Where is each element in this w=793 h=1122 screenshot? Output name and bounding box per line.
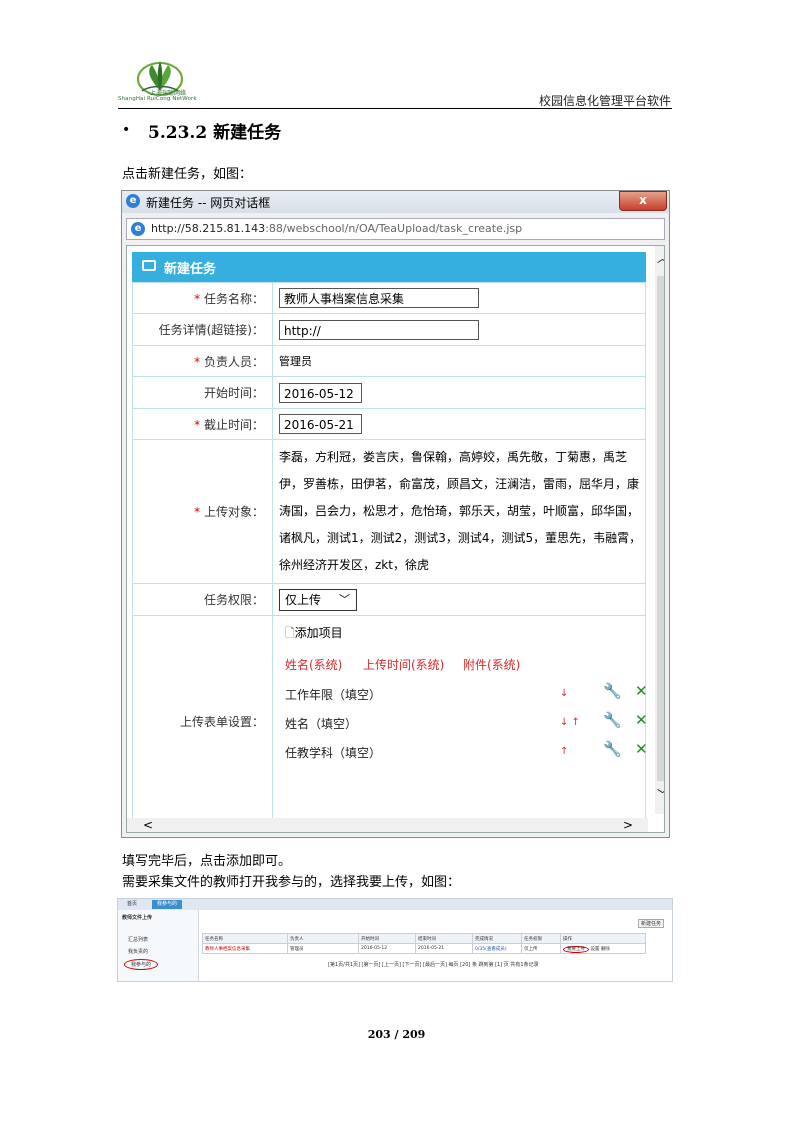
pager[interactable]: [第1页/共1页] [第一页] [上一页] [下一页] [最后一页] 每页 [2… xyxy=(328,961,539,968)
task-detail-label: 任务详情(超链接)： xyxy=(132,313,273,346)
column-header: 结束时间 xyxy=(415,933,473,944)
end-time-input[interactable]: 2016-05-21 xyxy=(279,414,362,434)
ie-icon: e xyxy=(126,194,140,208)
custom-field-label: 工作年限（填空） xyxy=(285,688,382,702)
system-field-upload-time: 上传时间(系统) xyxy=(363,658,445,672)
table-row: 教师人事档案信息采集 管理员 2016-05-12 2016-05-21 0/3… xyxy=(202,943,646,954)
task-table: 任务名称 负责人 开始时间 结束时间 完成情况 任务权限 操作 教师人事档案信息… xyxy=(202,933,646,954)
sidebar-title: 教师文件上传 xyxy=(122,915,153,921)
start-time-input[interactable]: 2016-05-12 xyxy=(279,382,362,403)
address-bar[interactable]: e http://58.215.81.143:88/webschool/n/OA… xyxy=(126,218,665,240)
page-number: 203 / 209 xyxy=(367,1028,426,1041)
custom-field-label: 任教学科（填空） xyxy=(285,746,382,760)
scroll-up-icon[interactable]: ︿ xyxy=(657,250,664,266)
delete-x-icon[interactable]: ✕ xyxy=(635,711,648,729)
logo-english-text: ShangHai RuiCong NetWork xyxy=(118,96,197,102)
owner-value: 管理员 xyxy=(272,345,646,377)
column-header: 负责人 xyxy=(287,933,359,944)
start-cell: 2016-05-12 xyxy=(358,943,416,954)
address-url: http://58.215.81.143:88/webschool/n/OA/T… xyxy=(151,222,523,235)
upload-settings-panel: 🗋添加项目 姓名(系统) 上传时间(系统) 附件(系统) 工作年限（填空） ↓ … xyxy=(272,615,648,827)
section-bullet: • xyxy=(122,122,131,138)
intro-paragraph: 点击新建任务，如图： xyxy=(122,167,253,182)
delete-link[interactable]: 删除 xyxy=(601,947,610,952)
document-header-title: 校园信息化管理平台软件 xyxy=(538,94,671,108)
wrench-icon[interactable]: 🔧 xyxy=(603,740,622,758)
task-name-cell[interactable]: 教师人事档案信息采集 xyxy=(202,943,288,954)
horizontal-scrollbar[interactable]: < > xyxy=(127,818,648,832)
column-header: 任务名称 xyxy=(202,933,288,944)
targets-label: * 上传对象： xyxy=(132,439,273,584)
scroll-left-icon[interactable]: < xyxy=(143,818,153,832)
close-button[interactable]: x xyxy=(619,191,667,211)
settings-link[interactable]: 设置 xyxy=(590,947,599,952)
scroll-right-icon[interactable]: > xyxy=(623,818,633,832)
system-field-name: 姓名(系统) xyxy=(285,658,343,672)
move-down-arrow[interactable]: ↓ xyxy=(560,688,568,699)
my-participated-screenshot: 首页 我参与的 教师文件上传 汇总列表 我负责的 我参与的 新建任务 任务名称 … xyxy=(117,898,673,982)
screenshot-tabs: 首页 我参与的 xyxy=(118,899,672,910)
system-field-attachment: 附件(系统) xyxy=(463,658,521,672)
upload-link[interactable]: 我要上传 xyxy=(563,945,589,953)
add-item-button[interactable]: 🗋添加项目 xyxy=(285,624,343,645)
wrench-icon[interactable]: 🔧 xyxy=(603,711,622,729)
tab-participated[interactable]: 我参与的 xyxy=(152,900,183,909)
header-rule xyxy=(118,108,672,109)
new-task-dialog: e 新建任务 -- 网页对话框 x e http://58.215.81.143… xyxy=(121,190,670,838)
scroll-down-icon[interactable]: ﹀ xyxy=(657,786,664,802)
permission-label: 任务权限： xyxy=(132,583,273,616)
vertical-scrollbar[interactable]: ︿ ﹀ xyxy=(655,246,664,814)
dialog-titlebar: e 新建任务 -- 网页对话框 x xyxy=(122,191,669,213)
upload-settings-label: 上传表单设置： xyxy=(132,615,273,827)
after-paragraph-2: 需要采集文件的教师打开我参与的，选择我要上传，如图： xyxy=(122,875,461,890)
ie-page-icon: e xyxy=(131,222,145,236)
screenshot-sidebar: 教师文件上传 汇总列表 我负责的 我参与的 xyxy=(118,910,199,981)
task-form: * 任务名称： 教师人事档案信息采集 任务详情(超链接)： http:// * … xyxy=(132,282,648,827)
owner-label: * 负责人员： xyxy=(132,345,273,377)
add-document-icon: 🗋 xyxy=(285,626,295,640)
wrench-icon[interactable]: 🔧 xyxy=(603,682,622,700)
permission-select[interactable]: 仅上传 ﹀ xyxy=(279,588,357,611)
task-detail-input[interactable]: http:// xyxy=(279,319,479,340)
chevron-down-icon: ﹀ xyxy=(339,592,350,606)
tab-home[interactable]: 首页 xyxy=(122,900,142,909)
form-title: 新建任务 xyxy=(164,262,217,277)
task-name-input[interactable]: 教师人事档案信息采集 xyxy=(279,288,479,308)
owner-cell: 管理员 xyxy=(287,943,359,954)
sidebar-item-participated[interactable]: 我参与的 xyxy=(124,959,159,970)
column-header: 完成情况 xyxy=(472,933,522,944)
end-time-label: * 截止时间： xyxy=(132,408,273,440)
chat-icon xyxy=(142,260,156,271)
targets-list[interactable]: 李磊，方利冠，娄言庆，鲁保翰，高婷姣，禹先敬，丁菊惠，禹芝伊，罗善栋，田伊茗，俞… xyxy=(272,439,646,584)
column-header: 操作 xyxy=(560,933,646,944)
progress-cell[interactable]: 0/35(查看成员) xyxy=(472,943,522,954)
delete-x-icon[interactable]: ✕ xyxy=(635,740,648,758)
sidebar-item-summary[interactable]: 汇总列表 xyxy=(128,936,148,943)
scrollbar-thumb[interactable] xyxy=(657,276,664,781)
after-paragraph-1: 填写完毕后，点击添加即可。 xyxy=(122,854,292,869)
column-header: 任务权限 xyxy=(521,933,561,944)
actions-cell: 我要上传 设置 删除 xyxy=(560,943,646,954)
move-arrows[interactable]: ↓ ↑ xyxy=(560,717,580,728)
section-title: 5.23.2 新建任务 xyxy=(148,123,282,143)
permission-cell: 仅上传 xyxy=(521,943,561,954)
task-name-label: * 任务名称： xyxy=(132,282,273,314)
new-task-button[interactable]: 新建任务 xyxy=(638,919,665,928)
end-cell: 2016-05-21 xyxy=(415,943,473,954)
dialog-title: 新建任务 -- 网页对话框 xyxy=(146,196,271,210)
dialog-content: 新建任务 * 任务名称： 教师人事档案信息采集 任务详情(超链接)： http:… xyxy=(126,245,665,833)
form-header: 新建任务 xyxy=(132,252,646,282)
start-time-label: 开始时间： xyxy=(132,376,273,409)
custom-field-label: 姓名（填空） xyxy=(285,717,358,731)
delete-x-icon[interactable]: ✕ xyxy=(635,682,648,700)
sidebar-item-owned[interactable]: 我负责的 xyxy=(128,948,148,955)
move-up-arrow[interactable]: ↑ xyxy=(560,746,568,757)
column-header: 开始时间 xyxy=(358,933,416,944)
